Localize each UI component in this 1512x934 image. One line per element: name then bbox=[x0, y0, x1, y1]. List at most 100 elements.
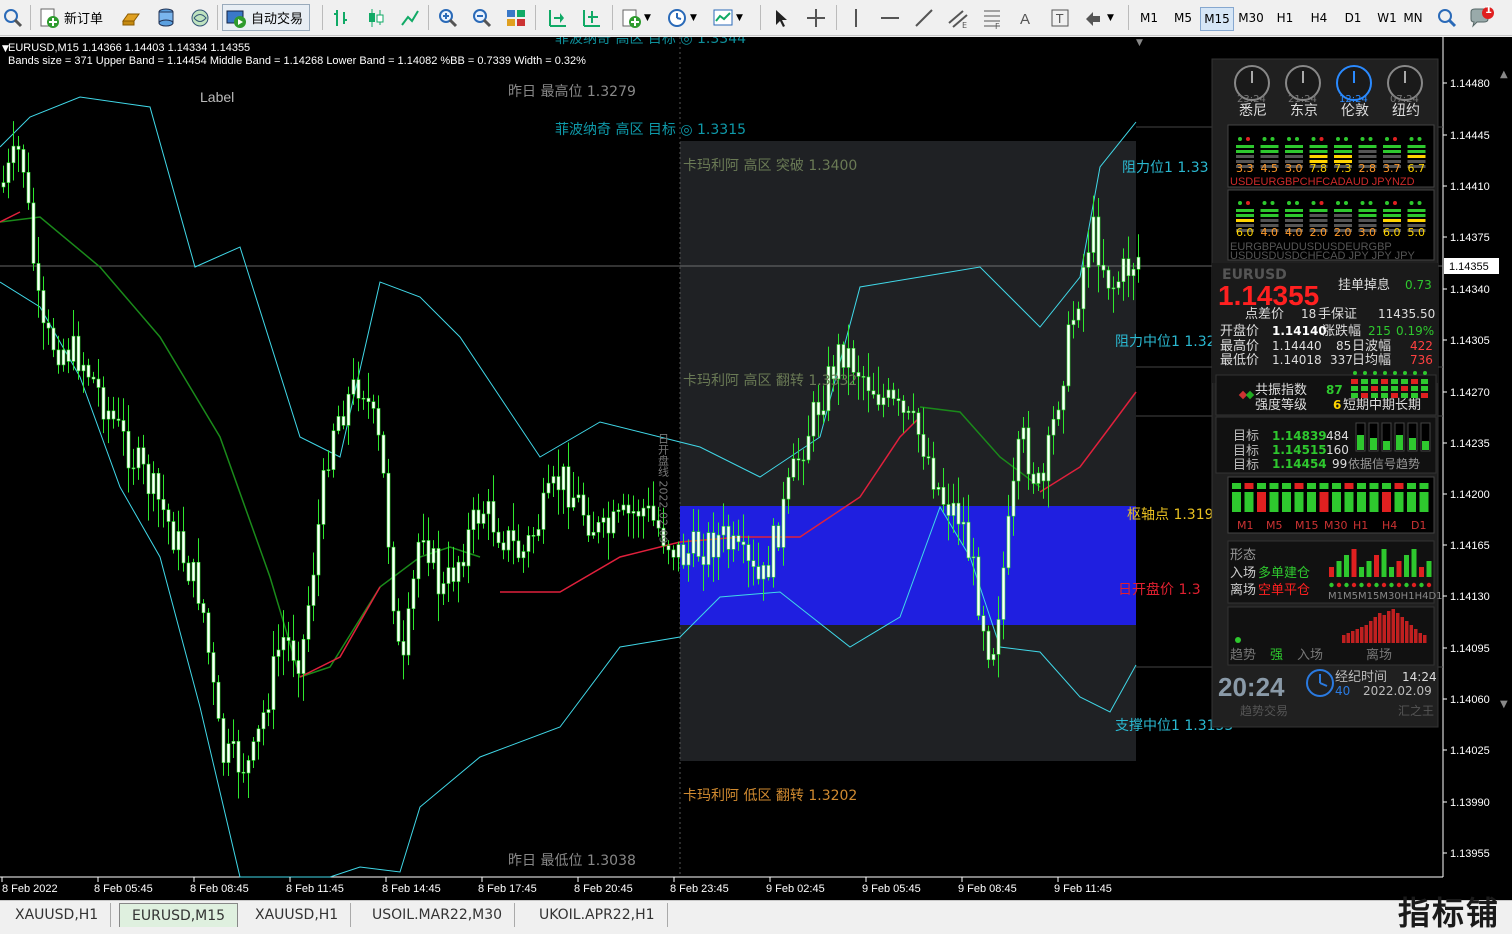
strength-segment bbox=[1236, 219, 1254, 222]
channel-button[interactable]: E bbox=[947, 4, 969, 31]
trend-bar bbox=[1382, 615, 1386, 643]
line-chart-button[interactable] bbox=[399, 4, 421, 31]
time-tick-label: 8 Feb 20:45 bbox=[574, 883, 633, 895]
timeframe-m1[interactable]: M1 bbox=[1132, 7, 1166, 29]
tab-xauusd-h1[interactable]: XAUUSD,H1 bbox=[3, 903, 112, 927]
toolbar: 新订单 自动交易 ▼ ▼ ▼ E F A T ▼ M1 M5 M15 M30 H… bbox=[0, 0, 1512, 36]
new-order-button[interactable]: 新订单 bbox=[38, 4, 103, 31]
indicators-button[interactable]: ▼ bbox=[620, 4, 651, 31]
strength-value: 2.8 bbox=[1359, 162, 1377, 175]
chart-window[interactable]: EURUSD,M15 1.14366 1.14403 1.14334 1.143… bbox=[0, 37, 1512, 900]
templates-button[interactable]: ▼ bbox=[712, 4, 743, 31]
timeframe-h4[interactable]: H4 bbox=[1302, 7, 1336, 29]
candle-body bbox=[1031, 473, 1036, 484]
arrows-button[interactable]: ▼ bbox=[1083, 4, 1114, 31]
signal-cell bbox=[1351, 386, 1358, 391]
bar-chart-button[interactable] bbox=[330, 4, 352, 31]
shift-marker-icon[interactable]: ▼ bbox=[1136, 38, 1143, 48]
candle-body bbox=[221, 718, 226, 763]
tab-eurusd-m15[interactable]: EURUSD,M15 bbox=[119, 903, 239, 927]
price-tick-label: 1.14445 bbox=[1450, 130, 1490, 142]
camarilla-high-reversal-label: 卡玛利阿 高区 翻转 1.3332 bbox=[683, 372, 857, 389]
price-chart[interactable]: EURUSD,M15 1.14366 1.14403 1.14334 1.143… bbox=[0, 37, 1512, 900]
zoom-tool-button[interactable] bbox=[2, 4, 24, 31]
strength-segment bbox=[1260, 219, 1279, 222]
candle-body bbox=[611, 511, 616, 534]
candle-body bbox=[1046, 434, 1051, 482]
target-value-2: 1.14515 bbox=[1272, 443, 1327, 457]
cursor-tool-button[interactable] bbox=[770, 4, 792, 31]
tab-usoil[interactable]: USOIL.MAR22,M30 bbox=[360, 903, 516, 927]
mini-tf-labels: M1M5M15M30H1H4D1 bbox=[1328, 591, 1443, 602]
strength-dot bbox=[1344, 201, 1348, 205]
navigator-button[interactable] bbox=[189, 4, 211, 31]
market-watch-button[interactable] bbox=[120, 4, 142, 31]
tf-bar-top bbox=[1244, 483, 1254, 489]
pattern-dot bbox=[1381, 582, 1387, 588]
crosshair-button[interactable] bbox=[805, 4, 827, 31]
chart-shift-button[interactable] bbox=[580, 4, 602, 31]
trendline-button[interactable] bbox=[913, 4, 935, 31]
tf-bar-top bbox=[1269, 483, 1279, 489]
auto-scroll-button[interactable] bbox=[546, 4, 568, 31]
tile-windows-button[interactable] bbox=[505, 4, 527, 31]
trend-bar bbox=[1418, 633, 1422, 643]
candle-body bbox=[266, 709, 271, 713]
signal-dot bbox=[1383, 371, 1387, 375]
strength-value: 3.0 bbox=[1285, 162, 1303, 175]
auto-trading-button[interactable]: 自动交易 bbox=[222, 4, 311, 31]
candle-body bbox=[581, 494, 586, 516]
vertical-line-button[interactable] bbox=[845, 4, 867, 31]
collapse-arrow-icon[interactable]: ▼ bbox=[2, 44, 9, 54]
candle-body bbox=[811, 401, 816, 437]
timeframe-m15[interactable]: M15 bbox=[1200, 7, 1234, 31]
tab-xauusd-h1-2[interactable]: XAUUSD,H1 bbox=[243, 903, 352, 927]
timeframe-d1[interactable]: D1 bbox=[1336, 7, 1370, 29]
search-button[interactable] bbox=[1436, 4, 1458, 31]
candle-body bbox=[886, 389, 891, 399]
trendline-icon bbox=[913, 7, 935, 29]
candle-body bbox=[476, 509, 481, 524]
yesterday-low-label: 昨日 最低位 1.3038 bbox=[508, 853, 636, 869]
timeframe-m30[interactable]: M30 bbox=[1234, 7, 1268, 29]
strength-segment bbox=[1358, 150, 1377, 153]
periods-button[interactable]: ▼ bbox=[666, 4, 697, 31]
order-value: 0.73 bbox=[1405, 278, 1432, 292]
text-label-button[interactable]: T bbox=[1049, 4, 1071, 31]
zoom-out-button[interactable] bbox=[471, 4, 493, 31]
candle-body bbox=[671, 549, 676, 558]
candle-body bbox=[506, 530, 511, 551]
strength-segment bbox=[1285, 209, 1303, 212]
horizontal-line-button[interactable] bbox=[879, 4, 901, 31]
timeframe-w1[interactable]: W1 bbox=[1370, 7, 1404, 29]
candle-body bbox=[616, 509, 621, 512]
zoom-in-button[interactable] bbox=[437, 4, 459, 31]
candle-body bbox=[366, 397, 371, 402]
candlestick-button[interactable] bbox=[365, 4, 387, 31]
timeframe-h1[interactable]: H1 bbox=[1268, 7, 1302, 29]
time-tick-label: 9 Feb 05:45 bbox=[862, 883, 921, 895]
signal-cell bbox=[1381, 386, 1388, 391]
text-icon: A bbox=[1015, 7, 1037, 29]
strength-segment bbox=[1309, 145, 1328, 148]
strength-segment bbox=[1383, 145, 1401, 148]
strength-segment bbox=[1407, 150, 1426, 153]
trend-label: 趋势 bbox=[1230, 647, 1256, 663]
scroll-down-icon[interactable]: ▼ bbox=[1500, 699, 1508, 710]
text-tool-button[interactable]: A bbox=[1015, 4, 1037, 31]
strength-value: 6.0 bbox=[1383, 226, 1401, 239]
fibonacci-button[interactable]: F bbox=[981, 4, 1003, 31]
timeframe-mn[interactable]: MN bbox=[1400, 7, 1426, 29]
notifications-button[interactable]: 1 bbox=[1468, 4, 1494, 31]
data-window-button[interactable] bbox=[155, 4, 177, 31]
candle-body bbox=[586, 514, 591, 536]
strength-dot bbox=[1246, 137, 1250, 141]
candle-body bbox=[931, 457, 936, 490]
signal-cell bbox=[1371, 386, 1378, 391]
timeframe-m5[interactable]: M5 bbox=[1166, 7, 1200, 29]
candle-body bbox=[676, 544, 681, 558]
trend-bar bbox=[1351, 631, 1355, 643]
scroll-up-icon[interactable]: ▲ bbox=[1500, 69, 1508, 80]
price-axis: 1.14480 1.14445 1.14410 1.14375 1.14340 1.143… bbox=[1443, 78, 1490, 860]
tab-ukoil[interactable]: UKOIL.APR22,H1 bbox=[527, 903, 668, 927]
